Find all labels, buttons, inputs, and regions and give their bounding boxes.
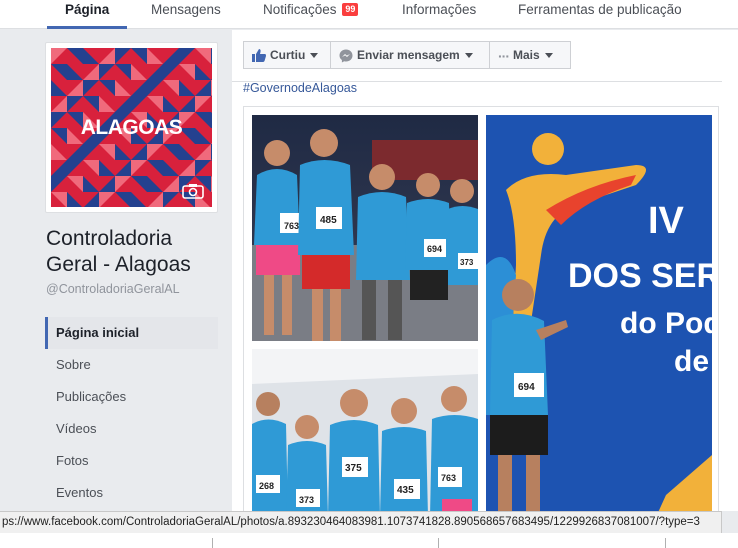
profile-picture-frame[interactable]: ALAGOAS [45, 42, 218, 213]
alagoas-logo-text: ALAGOAS [80, 116, 183, 139]
tab-mensagens[interactable]: Mensagens [151, 0, 221, 29]
bib-number: 485 [320, 215, 337, 226]
divider [212, 538, 213, 548]
tab-notificacoes-label: Notificações [263, 2, 337, 17]
divider [665, 538, 666, 548]
tab-ferramentas-publicacao[interactable]: Ferramentas de publicação [518, 0, 682, 29]
send-message-label: Enviar mensagem [357, 48, 460, 62]
profile-picture[interactable]: ALAGOAS [51, 48, 212, 207]
banner-text-line: IV [648, 200, 685, 242]
bib-number: 375 [345, 463, 362, 474]
chevron-down-icon [464, 53, 473, 59]
nav-item-publicacoes[interactable]: Publicações [45, 381, 218, 413]
send-message-button[interactable]: Enviar mensagem [331, 41, 490, 69]
page-action-bar: Curtiu Enviar mensagem ··· Mais [232, 30, 722, 82]
photo-image: IV DOS SERV do Pod de 694 [486, 115, 712, 517]
banner-text-line: do Pod [620, 307, 712, 340]
bib-number: 694 [427, 244, 442, 254]
pattern-triangle [211, 80, 212, 96]
photo-image: 763 485 694 373 [252, 115, 478, 341]
more-dots-icon: ··· [498, 47, 510, 64]
banner-text-line: de [674, 345, 709, 378]
nav-item-pagina-inicial[interactable]: Página inicial [45, 317, 218, 349]
photo-group-five-runners[interactable]: 763 485 694 373 [252, 115, 478, 341]
page-title[interactable]: Controladoria Geral - Alagoas [46, 226, 226, 278]
nav-item-eventos[interactable]: Eventos [45, 477, 218, 509]
nav-item-fotos[interactable]: Fotos [45, 445, 218, 477]
divider [438, 538, 439, 548]
pattern-triangle [211, 176, 212, 192]
photo-image: 268 373 375 435 763 [252, 349, 478, 517]
nav-item-sobre[interactable]: Sobre [45, 349, 218, 381]
tab-notificacoes[interactable]: Notificações 99 [263, 0, 359, 29]
bib-number: 435 [397, 485, 414, 496]
more-button-label: Mais [513, 48, 540, 62]
thumbs-up-icon [252, 49, 266, 63]
bib-number: 694 [518, 382, 535, 393]
more-button[interactable]: ··· Mais [489, 41, 571, 69]
browser-status-url: ps://www.facebook.com/ControladoriaGeral… [0, 511, 722, 533]
liked-button-label: Curtiu [270, 48, 306, 62]
page-username[interactable]: @ControladoriaGeralAL [46, 282, 180, 296]
page-tab-bar: Página Mensagens Notificações 99 Informa… [0, 0, 738, 29]
photo-group-women-runners[interactable]: 268 373 375 435 763 [252, 349, 478, 517]
banner-text-line: DOS SERV [568, 257, 712, 295]
hashtag-link[interactable]: #GovernodeAlagoas [243, 81, 357, 95]
photo-grid: 763 485 694 373 268 373 375 435 763 IV D… [243, 106, 719, 517]
messenger-icon [339, 49, 353, 63]
nav-item-videos[interactable]: Vídeos [45, 413, 218, 445]
chevron-down-icon [310, 53, 319, 59]
left-column: ALAGOAS Controladoria Geral - Alagoas @C… [0, 30, 232, 510]
bib-number: 268 [259, 481, 274, 491]
camera-icon[interactable] [182, 183, 204, 199]
tab-pagina[interactable]: Página [46, 0, 128, 29]
post-content: #GovernodeAlagoas 763 485 694 373 268 37… [232, 81, 722, 517]
bib-number: 763 [284, 221, 299, 231]
tab-informacoes[interactable]: Informações [402, 0, 476, 29]
bottom-strip [0, 533, 738, 548]
page-nav: Página inicial Sobre Publicações Vídeos … [45, 317, 218, 509]
pattern-triangle [211, 48, 212, 64]
pattern-triangle [211, 144, 212, 160]
chevron-down-icon [544, 53, 553, 59]
photo-runner-banner[interactable]: IV DOS SERV do Pod de 694 [486, 115, 712, 517]
notification-count-badge: 99 [342, 3, 359, 16]
bib-number: 373 [299, 495, 314, 505]
right-gutter [722, 30, 738, 511]
liked-button[interactable]: Curtiu [243, 41, 331, 69]
bib-number: 373 [460, 258, 474, 267]
bib-number: 763 [441, 473, 456, 483]
